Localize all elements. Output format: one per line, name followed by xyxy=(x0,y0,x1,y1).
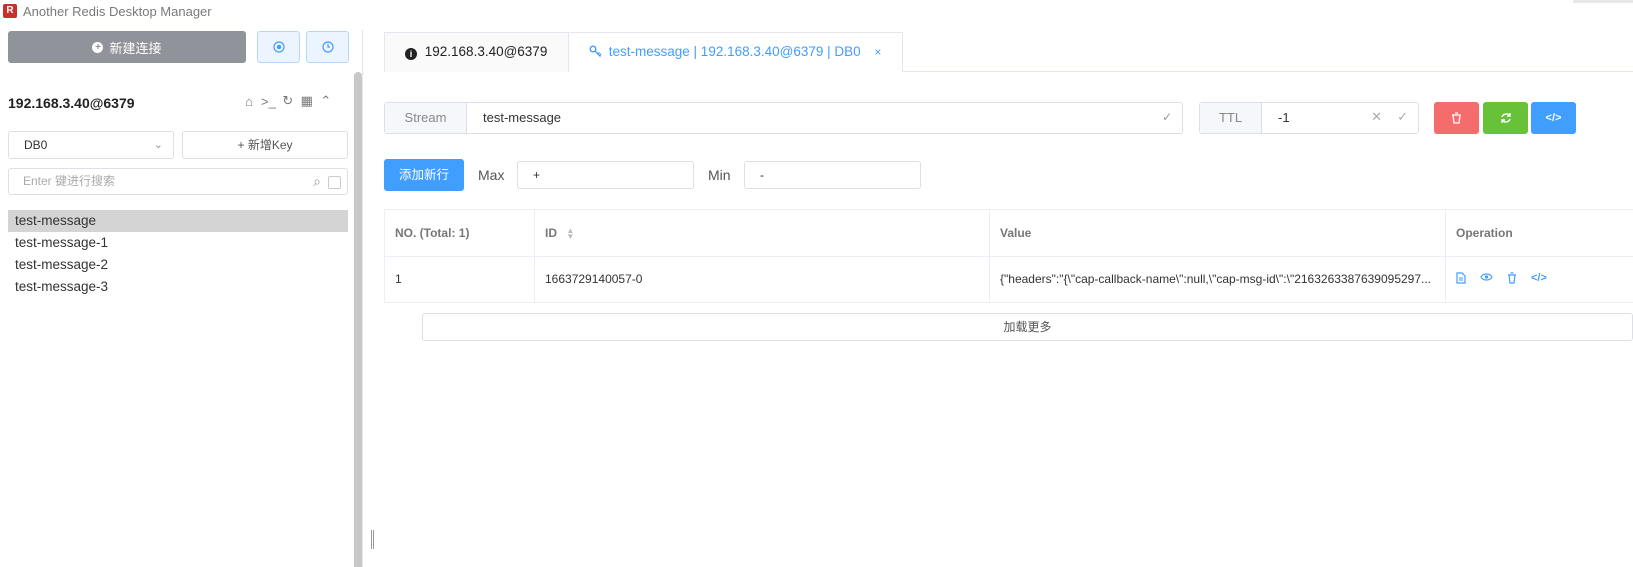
title-bar: R Another Redis Desktop Manager xyxy=(0,0,1633,22)
tab-label: 192.168.3.40@6379 xyxy=(424,44,548,59)
key-name-field: Stream test-message ✓ xyxy=(384,102,1183,134)
code-icon: </> xyxy=(1545,112,1562,124)
history-button[interactable] xyxy=(306,31,349,63)
app-title: Another Redis Desktop Manager xyxy=(23,4,212,19)
min-label: Min xyxy=(708,167,731,183)
dump-command-button[interactable]: </> xyxy=(1531,102,1576,134)
column-header-value: Value xyxy=(1000,226,1032,240)
delete-key-button[interactable] xyxy=(1434,102,1479,134)
terminal-icon[interactable]: >_ xyxy=(261,94,276,109)
close-icon[interactable]: × xyxy=(874,45,881,59)
clock-icon xyxy=(321,41,334,53)
column-operation: Operation </> xyxy=(1446,210,1633,302)
key-type-label: Stream xyxy=(385,103,467,133)
resize-handle[interactable] xyxy=(371,530,374,549)
row-operations: </> xyxy=(1456,272,1547,284)
column-header-id[interactable]: ID ▲ ▼ xyxy=(545,226,574,240)
connection-name: 192.168.3.40@6379 xyxy=(8,95,135,111)
cell-no: 1 xyxy=(395,272,402,286)
eye-icon[interactable] xyxy=(1480,272,1493,282)
refresh-icon xyxy=(1500,113,1511,123)
sidebar-scrollbar[interactable] xyxy=(354,72,362,567)
load-more-button[interactable]: 加载更多 xyxy=(422,313,1633,341)
refresh-icon[interactable]: ↻ xyxy=(281,93,295,109)
target-icon xyxy=(272,41,285,53)
ttl-input[interactable]: -1 xyxy=(1278,110,1290,125)
settings-button[interactable] xyxy=(257,31,300,63)
max-label: Max xyxy=(478,167,505,183)
list-item[interactable]: test-message-2 xyxy=(8,254,348,276)
db-select-value: DB0 xyxy=(24,138,48,152)
add-new-row-button[interactable]: 添加新行 xyxy=(384,159,464,191)
tab-connection-info[interactable]: i 192.168.3.40@6379 xyxy=(384,32,569,72)
new-connection-label: 新建连接 xyxy=(109,40,162,56)
chevron-down-icon: ⌄ xyxy=(153,139,163,151)
column-header-id-label: ID xyxy=(545,226,557,240)
new-connection-button[interactable]: + 新建连接 xyxy=(8,31,246,63)
search-icon[interactable]: ⌕ xyxy=(313,173,321,190)
chevron-up-icon[interactable]: ⌃ xyxy=(319,93,333,109)
connection-toolbar: ⌂ >_ ↻ ▦ ⌃ xyxy=(242,93,333,109)
column-header-operation: Operation xyxy=(1456,226,1513,240)
sort-icon[interactable]: ▲ ▼ xyxy=(566,226,574,240)
max-input[interactable]: + xyxy=(517,161,694,189)
key-list: test-message test-message-1 test-message… xyxy=(8,210,348,298)
ttl-field: TTL -1 ✕ ✓ xyxy=(1199,102,1419,134)
home-icon[interactable]: ⌂ xyxy=(242,94,256,109)
list-item[interactable]: test-message-1 xyxy=(8,232,348,254)
key-icon xyxy=(589,45,602,57)
trash-icon xyxy=(1452,112,1461,124)
column-id: ID ▲ ▼ 1663729140057-0 xyxy=(535,210,990,302)
redis-logo-icon: R xyxy=(3,4,17,18)
min-input[interactable]: - xyxy=(744,161,921,189)
document-icon[interactable] xyxy=(1456,272,1466,284)
check-icon[interactable]: ✓ xyxy=(1162,110,1172,124)
trash-icon[interactable] xyxy=(1507,272,1517,284)
ttl-label: TTL xyxy=(1200,103,1262,133)
plus-circle-icon: + xyxy=(92,41,104,53)
search-input[interactable] xyxy=(23,174,283,188)
column-header-no: NO. (Total: 1) xyxy=(395,226,470,240)
list-item[interactable]: test-message-3 xyxy=(8,276,348,298)
exact-search-checkbox[interactable] xyxy=(328,176,341,189)
clear-icon[interactable]: ✕ xyxy=(1371,109,1382,125)
check-icon[interactable]: ✓ xyxy=(1397,109,1408,125)
column-value: Value {"headers":"{\"cap-callback-name\"… xyxy=(990,210,1446,302)
code-icon[interactable]: </> xyxy=(1531,272,1547,284)
list-item[interactable]: test-message xyxy=(8,210,348,232)
pane-divider xyxy=(362,30,363,567)
tab-label: test-message | 192.168.3.40@6379 | DB0 xyxy=(608,44,861,59)
key-name-input[interactable]: test-message xyxy=(483,110,561,125)
stream-table: NO. (Total: 1) 1 ID ▲ ▼ 1663729140057-0 V… xyxy=(384,209,1633,303)
column-no: NO. (Total: 1) 1 xyxy=(385,210,535,302)
window-edge xyxy=(1573,0,1633,3)
add-key-button[interactable]: + 新增Key xyxy=(182,131,348,159)
tab-bar: i 192.168.3.40@6379 test-message | 192.1… xyxy=(384,32,1633,73)
refresh-key-button[interactable] xyxy=(1483,102,1528,134)
db-select[interactable]: DB0 ⌄ xyxy=(8,131,174,159)
info-icon: i xyxy=(405,48,417,60)
key-search: ⌕ xyxy=(8,168,348,195)
grid-icon[interactable]: ▦ xyxy=(300,93,314,109)
cell-id: 1663729140057-0 xyxy=(545,272,643,286)
tab-key-detail[interactable]: test-message | 192.168.3.40@6379 | DB0 × xyxy=(568,32,903,73)
cell-value: {"headers":"{\"cap-callback-name\":null,… xyxy=(1000,272,1432,286)
